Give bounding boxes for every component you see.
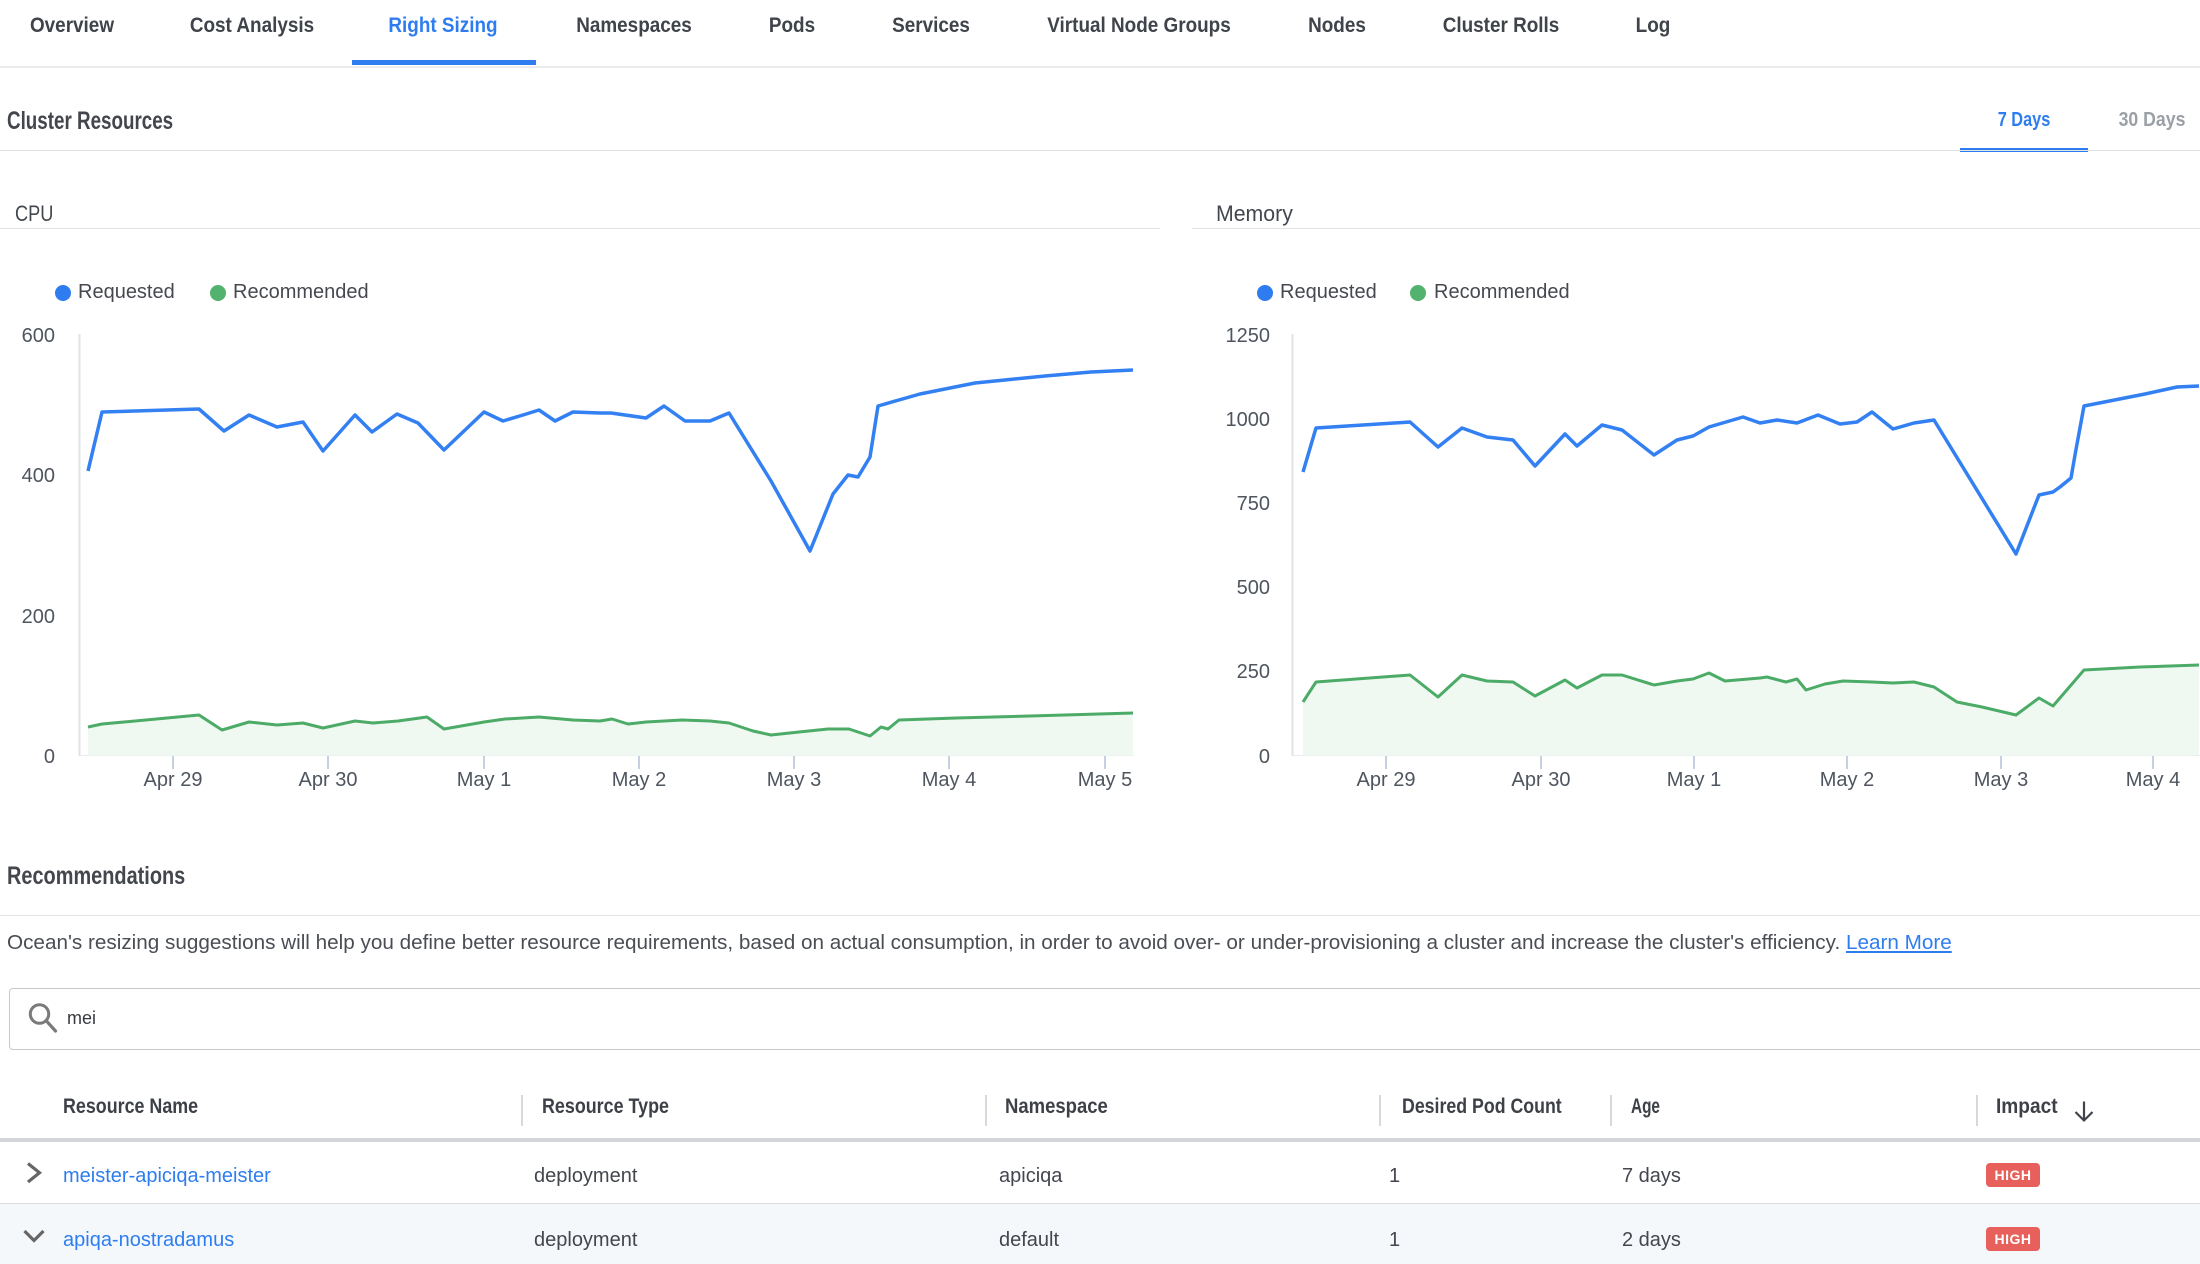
svg-text:Apr 30: Apr 30	[299, 769, 358, 791]
svg-text:May 4: May 4	[2126, 769, 2180, 791]
svg-text:Apr 29: Apr 29	[144, 769, 203, 791]
svg-text:May 3: May 3	[1974, 769, 2028, 791]
svg-text:1000: 1000	[1226, 409, 1271, 431]
svg-text:400: 400	[22, 465, 55, 487]
svg-text:Apr 29: Apr 29	[1357, 769, 1416, 791]
svg-text:0: 0	[44, 746, 55, 768]
svg-text:600: 600	[22, 325, 55, 347]
svg-text:1250: 1250	[1226, 325, 1271, 347]
svg-text:May 2: May 2	[1820, 769, 1874, 791]
svg-text:0: 0	[1259, 746, 1270, 768]
svg-text:May 1: May 1	[457, 769, 511, 791]
svg-text:200: 200	[22, 606, 55, 628]
svg-text:May 3: May 3	[767, 769, 821, 791]
svg-text:May 1: May 1	[1667, 769, 1721, 791]
svg-text:May 5: May 5	[1078, 769, 1132, 791]
svg-text:500: 500	[1237, 577, 1270, 599]
svg-text:250: 250	[1237, 661, 1270, 683]
svg-text:750: 750	[1237, 493, 1270, 515]
svg-text:Apr 30: Apr 30	[1512, 769, 1571, 791]
svg-text:May 4: May 4	[922, 769, 976, 791]
svg-text:May 2: May 2	[612, 769, 666, 791]
